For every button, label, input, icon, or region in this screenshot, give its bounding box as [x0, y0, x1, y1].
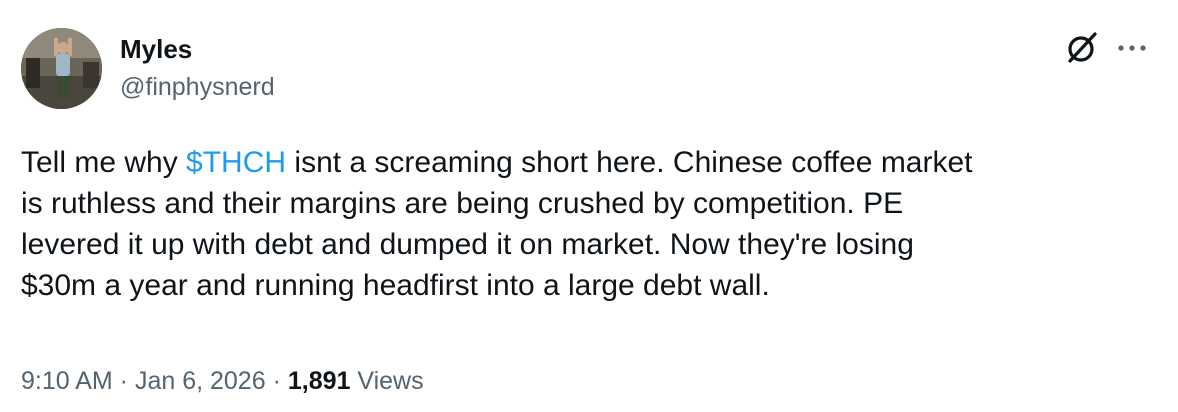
- avatar-photo: [21, 28, 102, 109]
- cashtag-link[interactable]: $THCH: [186, 146, 286, 179]
- more-dots-icon[interactable]: [1112, 30, 1152, 66]
- views-count: 1,891: [287, 367, 351, 395]
- tweet-meta: 9:10 AM · Jan 6, 2026 · 1,891 Views: [21, 364, 424, 398]
- meta-separator: ·: [112, 367, 135, 395]
- meta-separator-2: ·: [265, 367, 288, 395]
- grok-icon[interactable]: [1064, 30, 1100, 66]
- tweet-text-start: Tell me why: [21, 146, 187, 179]
- author-info: Myles @finphysnerd: [120, 32, 275, 104]
- tweet-card: Myles @finphysnerd Tell me why $THCH isn…: [0, 0, 1178, 412]
- tweet-date[interactable]: Jan 6, 2026: [135, 367, 266, 395]
- tweet-text: Tell me why $THCH isnt a screaming short…: [21, 142, 1151, 306]
- handle[interactable]: @finphysnerd: [120, 70, 275, 104]
- avatar[interactable]: [21, 28, 102, 109]
- tweet-time[interactable]: 9:10 AM: [21, 367, 113, 395]
- views-label: Views: [350, 367, 424, 395]
- display-name[interactable]: Myles: [120, 32, 275, 66]
